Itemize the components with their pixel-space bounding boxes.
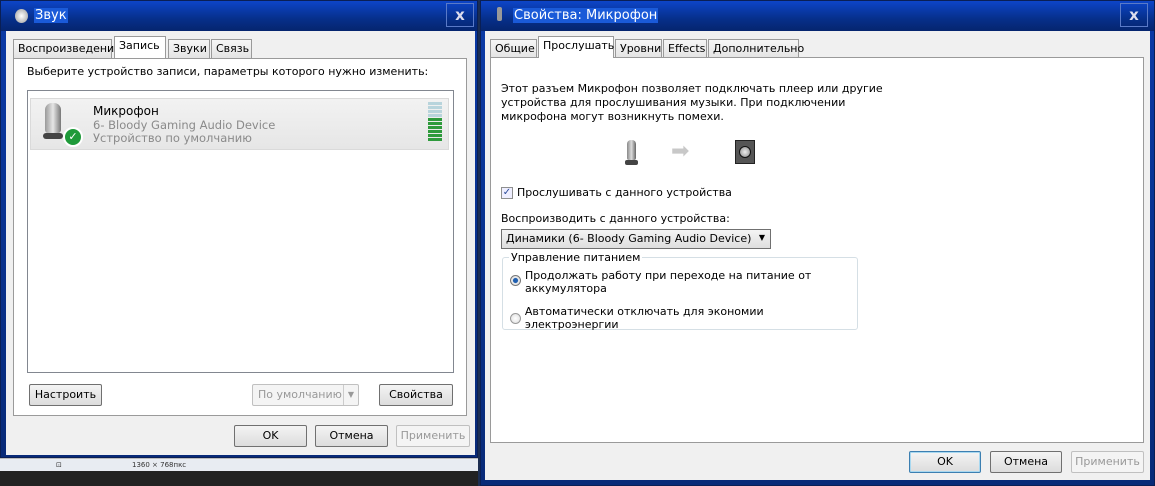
close-button[interactable]: x — [1120, 3, 1148, 27]
level-meter-bar — [428, 118, 442, 121]
tab-effects[interactable]: Effects — [663, 39, 707, 58]
device-description: 6- Bloody Gaming Audio Device — [93, 118, 276, 132]
ok-button[interactable]: OK — [909, 451, 981, 473]
set-default-label: По умолчанию — [258, 388, 342, 401]
microphone-icon — [627, 140, 636, 160]
level-meter — [428, 102, 442, 144]
radio-unselected-icon[interactable] — [510, 312, 521, 324]
taskbar — [0, 471, 478, 486]
microphone-icon — [497, 7, 502, 21]
instruction-text: Выберите устройство записи, параметры ко… — [27, 65, 429, 78]
level-meter-bar — [428, 126, 442, 129]
tab-sounds[interactable]: Звуки — [168, 39, 210, 58]
window-title: Свойства: Микрофон — [513, 8, 659, 23]
speaker-icon — [15, 9, 28, 23]
arrow-right-icon: ➡ — [671, 139, 690, 164]
cancel-button[interactable]: Отмена — [990, 451, 1062, 473]
chevron-down-icon: ▼ — [758, 233, 765, 242]
level-meter-bar — [428, 138, 442, 141]
radio-auto-power-off[interactable]: Автоматически отключать для экономии эле… — [510, 305, 857, 331]
microphone-properties-dialog: Свойства: Микрофон x Общие Прослушать Ур… — [480, 0, 1155, 486]
radio-selected-icon[interactable] — [510, 275, 521, 286]
select-icon: ⊡ — [56, 461, 62, 469]
radio-label: аккумулятора — [525, 282, 607, 295]
level-meter-bar — [428, 110, 442, 113]
tab-communications[interactable]: Связь — [211, 39, 252, 58]
playback-device-value: Динамики (6- Bloody Gaming Audio Device) — [506, 232, 752, 245]
device-name: Микрофон — [93, 104, 159, 118]
level-meter-bar — [428, 102, 442, 105]
playback-device-select[interactable]: Динамики (6- Bloody Gaming Audio Device)… — [501, 229, 771, 249]
speaker-icon — [735, 140, 755, 164]
tab-recording[interactable]: Запись — [114, 36, 166, 58]
title-bar: Звук x — [1, 1, 477, 31]
description-line: Этот разъем Микрофон позволяет подключат… — [501, 82, 883, 95]
device-status: Устройство по умолчанию — [93, 131, 252, 145]
level-meter-bar — [428, 106, 442, 109]
level-meter-bar — [428, 130, 442, 133]
apply-button: Применить — [1071, 451, 1144, 473]
playback-label: Воспроизводить с данного устройства: — [501, 212, 730, 225]
tab-playback[interactable]: Воспроизведение — [13, 39, 121, 58]
window-title: Звук — [34, 8, 68, 23]
title-bar: Свойства: Микрофон x — [481, 1, 1154, 31]
description-line: микрофона могут возникнуть помехи. — [501, 110, 724, 123]
radio-label: Продолжать работу при переходе на питани… — [525, 269, 812, 282]
description-text: Этот разъем Микрофон позволяет подключат… — [501, 82, 883, 124]
device-item[interactable]: ✓ Микрофон 6- Bloody Gaming Audio Device… — [30, 98, 449, 150]
radio-continue-on-battery[interactable]: Продолжать работу при переходе на питани… — [510, 269, 811, 295]
chevron-down-icon: ▼ — [343, 385, 358, 405]
resolution-text: 1360 × 768пкс — [132, 461, 187, 469]
default-check-icon: ✓ — [63, 127, 83, 147]
set-default-dropdown: По умолчанию ▼ — [252, 384, 359, 406]
power-management-group: Управление питанием Продолжать работу пр… — [502, 251, 858, 331]
tab-general[interactable]: Общие — [490, 39, 537, 58]
close-button[interactable]: x — [446, 3, 474, 27]
level-meter-bar — [428, 114, 442, 117]
listen-checkbox-label: Прослушивать с данного устройства — [517, 186, 732, 199]
properties-button[interactable]: Свойства — [379, 384, 453, 406]
apply-button: Применить — [396, 425, 470, 447]
configure-button[interactable]: Настроить — [29, 384, 102, 406]
description-line: устройства для прослушивания музыки. При… — [501, 96, 846, 109]
ok-button[interactable]: OK — [234, 425, 307, 447]
radio-label: Автоматически отключать для экономии эле… — [524, 305, 764, 331]
power-group-title: Управление питанием — [509, 251, 643, 264]
checkbox-checked-icon[interactable]: ✓ — [501, 186, 513, 199]
tab-advanced[interactable]: Дополнительно — [708, 39, 804, 58]
listen-checkbox[interactable]: ✓ Прослушивать с данного устройства — [501, 186, 732, 199]
microphone-icon — [45, 103, 61, 133]
cancel-button[interactable]: Отмена — [315, 425, 388, 447]
status-bar: ⊡ 1360 × 768пкс — [0, 458, 478, 471]
level-meter-bar — [428, 134, 442, 137]
sound-dialog: Звук x Воспроизведение Запись Звуки Связ… — [0, 0, 478, 458]
tab-listen[interactable]: Прослушать — [538, 36, 614, 58]
tab-levels[interactable]: Уровни — [615, 39, 662, 58]
level-meter-bar — [428, 122, 442, 125]
device-list[interactable]: ✓ Микрофон 6- Bloody Gaming Audio Device… — [27, 90, 454, 373]
